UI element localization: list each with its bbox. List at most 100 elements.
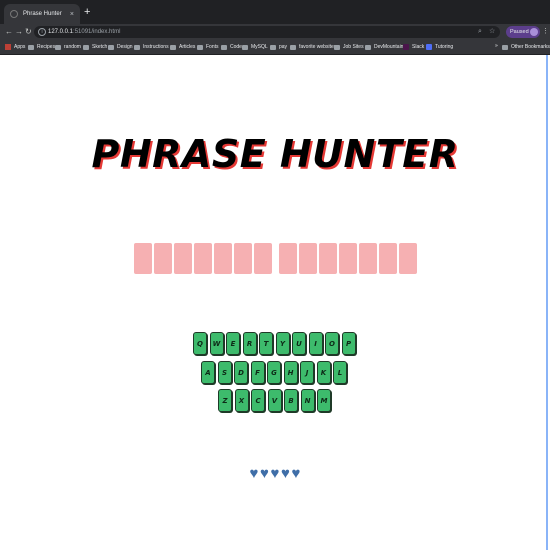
key-l[interactable]: L	[333, 361, 347, 384]
bookmark-item[interactable]: DevMountain	[365, 43, 403, 51]
heart-icon: ♥	[249, 465, 259, 482]
key-y[interactable]: Y	[275, 332, 290, 355]
key-w[interactable]: W	[209, 332, 224, 355]
bookmark-item[interactable]: Code	[221, 43, 242, 51]
zoom-icon[interactable]: ⌕	[478, 26, 482, 38]
profile-button[interactable]: Paused	[506, 26, 540, 38]
forward-icon[interactable]: →	[15, 26, 23, 38]
heart-icon: ♥	[260, 465, 269, 482]
folder-icon	[242, 44, 248, 50]
key-k[interactable]: K	[316, 361, 331, 384]
keyboard-row-1: QWERTYUIOP	[193, 332, 358, 355]
bookmark-label: MySQL	[251, 44, 268, 50]
bookmark-label: Articles	[179, 44, 196, 50]
folder-icon	[55, 44, 61, 50]
folder-icon	[365, 44, 371, 50]
folder-icon	[134, 44, 140, 50]
bookmark-label: Design	[117, 44, 133, 50]
key-t[interactable]: T	[259, 332, 273, 355]
other-bookmarks[interactable]: Other Bookmarks	[502, 43, 550, 51]
key-d[interactable]: D	[234, 361, 248, 384]
bookmark-label: Slack	[412, 44, 425, 50]
bookmark-label: Tutoring	[435, 44, 454, 50]
folder-icon	[197, 44, 203, 50]
url-rest: :51091/index.html	[73, 29, 121, 35]
bookmark-item[interactable]: Sketch	[83, 43, 107, 51]
key-g[interactable]: G	[267, 361, 281, 384]
menu-icon[interactable]: ⋮	[542, 27, 549, 37]
keyboard-row-3: ZXCVBNM	[218, 389, 334, 412]
key-u[interactable]: U	[292, 332, 306, 355]
bookmark-item[interactable]: favorite websites	[290, 43, 336, 51]
bookmark-star-icon[interactable]: ☆	[489, 26, 495, 38]
key-j[interactable]: J	[300, 361, 314, 384]
reload-icon[interactable]: ↻	[25, 26, 32, 38]
bookmark-item[interactable]: pay	[270, 43, 287, 51]
keyboard-row-2: ASDFGHJKL	[201, 361, 350, 384]
phrase-letter-tile	[359, 243, 377, 274]
phrase-letter-tile	[254, 243, 272, 274]
back-icon[interactable]: ←	[5, 26, 13, 38]
key-i[interactable]: I	[308, 332, 323, 355]
new-tab-icon[interactable]: +	[84, 6, 90, 18]
key-n[interactable]: N	[300, 389, 315, 412]
bookmark-label: favorite websites	[299, 44, 337, 50]
key-e[interactable]: E	[226, 332, 240, 355]
key-v[interactable]: V	[267, 389, 282, 412]
key-q[interactable]: Q	[193, 332, 207, 355]
key-m[interactable]: M	[317, 389, 331, 412]
bookmark-label: Instructions	[143, 44, 169, 50]
bookmark-item[interactable]: Slack	[403, 43, 424, 51]
url-text: 127.0.0.1:51091/index.html	[48, 26, 120, 38]
tab-phrase-hunter[interactable]: Phrase Hunter ×	[4, 4, 80, 24]
folder-icon	[170, 44, 176, 50]
key-f[interactable]: F	[250, 361, 265, 384]
close-icon[interactable]: ×	[70, 11, 74, 18]
phrase-letter-tile	[339, 243, 357, 274]
bookmarks-bar: » Other Bookmarks Apps Recipes random Sketc…	[0, 40, 550, 55]
bookmark-item[interactable]: random	[55, 43, 81, 51]
bookmark-label: DevMountain	[374, 44, 404, 50]
key-b[interactable]: B	[284, 389, 298, 412]
bookmark-label: Code	[230, 44, 242, 50]
bookmark-item[interactable]: Apps	[5, 43, 25, 51]
phrase-board	[134, 243, 419, 274]
tutoring-icon	[426, 44, 432, 50]
folder-icon	[83, 44, 89, 50]
bookmark-item[interactable]: Articles	[170, 43, 195, 51]
key-x[interactable]: X	[234, 389, 249, 412]
more-bookmarks-icon[interactable]: »	[495, 43, 498, 49]
bookmark-item[interactable]: Job Sites	[334, 43, 364, 51]
key-r[interactable]: R	[242, 332, 257, 355]
address-bar[interactable]: i 127.0.0.1:51091/index.html ⌕ ☆	[34, 26, 500, 38]
bookmark-item[interactable]: Instructions	[134, 43, 169, 51]
apps-icon	[5, 44, 11, 50]
bookmark-item[interactable]: Fonts	[197, 43, 219, 51]
bookmark-item[interactable]: Recipes	[28, 43, 55, 51]
profile-status: Paused	[510, 29, 529, 35]
info-icon[interactable]: i	[38, 28, 46, 36]
tab-bar: Phrase Hunter × +	[0, 0, 550, 24]
folder-icon	[28, 44, 34, 50]
bookmark-item[interactable]: Tutoring	[426, 43, 453, 51]
folder-icon	[290, 44, 296, 50]
key-z[interactable]: Z	[218, 389, 232, 412]
bookmark-label: random	[64, 44, 81, 50]
phrase-letter-tile	[154, 243, 172, 274]
folder-icon	[334, 44, 340, 50]
bookmark-item[interactable]: MySQL	[242, 43, 268, 51]
phrase-letter-tile	[319, 243, 337, 274]
scrollbar[interactable]	[546, 55, 548, 550]
bookmark-label: Sketch	[92, 44, 108, 50]
key-a[interactable]: A	[201, 361, 215, 384]
bookmark-label: Apps	[14, 44, 26, 50]
key-p[interactable]: P	[341, 332, 356, 355]
folder-icon	[270, 44, 276, 50]
key-h[interactable]: H	[283, 361, 298, 384]
folder-icon	[221, 44, 227, 50]
key-o[interactable]: O	[325, 332, 339, 355]
bookmark-label: Recipes	[37, 44, 56, 50]
key-s[interactable]: S	[217, 361, 232, 384]
key-c[interactable]: C	[251, 389, 265, 412]
bookmark-item[interactable]: Design	[108, 43, 133, 51]
